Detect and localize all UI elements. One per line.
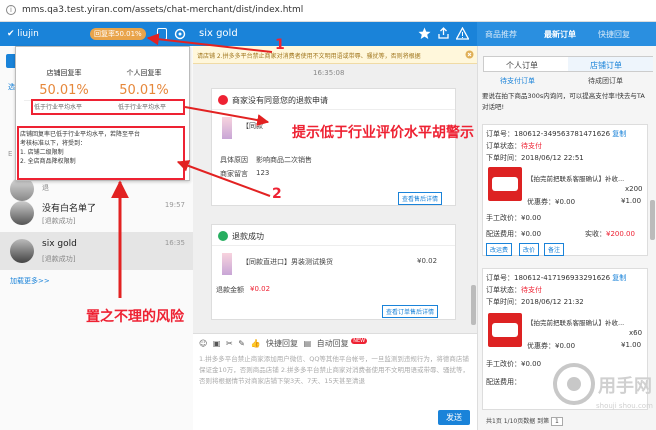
arrow-to-penalty-box — [176, 160, 271, 197]
arrow-to-warning-text — [184, 106, 270, 126]
annotation-below-average: 提示低于行业评价水平胡警示 — [292, 125, 474, 141]
annotation-label-2: 2 — [272, 186, 282, 202]
annotation-risk: 置之不理的风险 — [86, 309, 184, 325]
annotation-overlay — [111, 33, 273, 298]
annotation-label-1: 1 — [275, 37, 285, 53]
arrow-to-rate-badge — [146, 33, 273, 53]
